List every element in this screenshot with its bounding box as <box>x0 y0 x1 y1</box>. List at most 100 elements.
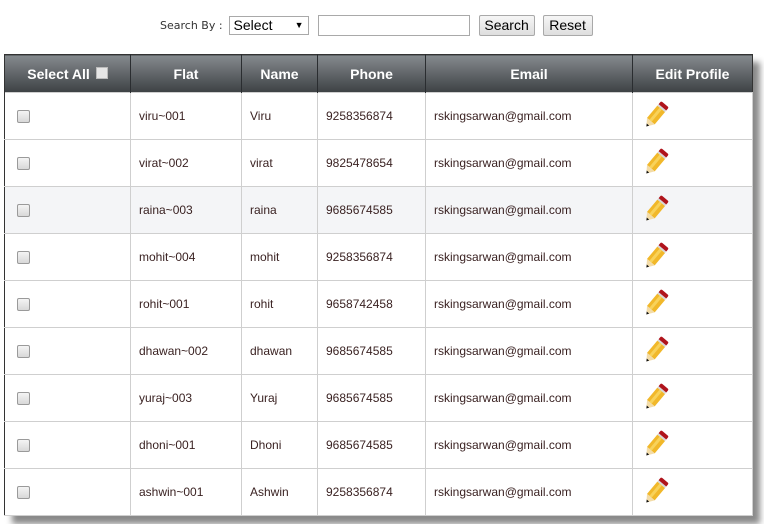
pencil-icon[interactable] <box>641 240 671 272</box>
row-select-cell <box>4 280 131 328</box>
select-all-checkbox[interactable] <box>95 67 108 80</box>
phone-cell: 9685674585 <box>317 374 426 422</box>
pencil-icon[interactable] <box>641 99 671 131</box>
name-cell: Dhoni <box>241 421 318 469</box>
row-checkbox[interactable] <box>17 486 30 500</box>
row-checkbox[interactable] <box>17 157 30 171</box>
edit-profile-cell <box>632 421 753 469</box>
pencil-icon[interactable] <box>641 428 671 460</box>
table-row: rohit~001 rohit 9658742458 rskingsarwan@… <box>4 280 753 328</box>
email-cell: rskingsarwan@gmail.com <box>425 421 633 469</box>
table-row: virat~002 virat 9825478654 rskingsarwan@… <box>4 139 753 187</box>
name-cell: mohit <box>241 233 318 281</box>
row-checkbox[interactable] <box>17 345 30 359</box>
pencil-icon[interactable] <box>641 193 671 225</box>
phone-cell: 9685674585 <box>317 327 426 375</box>
phone-cell: 9258356874 <box>317 233 426 281</box>
table-row: mohit~004 mohit 9258356874 rskingsarwan@… <box>4 233 753 281</box>
name-cell: rohit <box>241 280 318 328</box>
email-cell: rskingsarwan@gmail.com <box>425 327 633 375</box>
edit-profile-cell <box>632 186 753 234</box>
phone-cell: 9258356874 <box>317 92 426 140</box>
flat-cell: rohit~001 <box>130 280 242 328</box>
row-checkbox[interactable] <box>17 110 30 124</box>
flat-cell: raina~003 <box>130 186 242 234</box>
email-cell: rskingsarwan@gmail.com <box>425 280 633 328</box>
edit-profile-cell <box>632 92 753 140</box>
row-select-cell <box>4 233 131 281</box>
flat-cell: dhoni~001 <box>130 421 242 469</box>
edit-profile-cell <box>632 139 753 187</box>
table-row: viru~001 Viru 9258356874 rskingsarwan@gm… <box>4 92 753 140</box>
pencil-icon[interactable] <box>641 146 671 178</box>
table-header-row: Select All Flat Name Phone Email Edit Pr… <box>4 54 753 93</box>
edit-profile-cell <box>632 280 753 328</box>
edit-profile-cell <box>632 233 753 281</box>
dropdown-arrow-icon: ▼ <box>294 20 304 30</box>
search-input[interactable] <box>317 14 470 36</box>
edit-profile-cell <box>632 327 753 375</box>
search-by-select[interactable]: Select ▼ <box>228 15 309 35</box>
table-row: yuraj~003 Yuraj 9685674585 rskingsarwan@… <box>4 374 753 422</box>
flat-cell: ashwin~001 <box>130 468 242 516</box>
header-phone[interactable]: Phone <box>317 54 426 93</box>
pencil-icon[interactable] <box>641 381 671 413</box>
table-body: viru~001 Viru 9258356874 rskingsarwan@gm… <box>4 92 753 516</box>
email-cell: rskingsarwan@gmail.com <box>425 92 633 140</box>
pencil-icon[interactable] <box>641 287 671 319</box>
phone-cell: 9685674585 <box>317 421 426 469</box>
search-bar: Search By : Select ▼ Search Reset <box>160 14 593 36</box>
header-email[interactable]: Email <box>425 54 633 93</box>
table-row: dhawan~002 dhawan 9685674585 rskingsarwa… <box>4 327 753 375</box>
reset-button[interactable]: Reset <box>542 14 593 36</box>
name-cell: Ashwin <box>241 468 318 516</box>
email-cell: rskingsarwan@gmail.com <box>425 186 633 234</box>
header-select-all: Select All <box>4 54 131 93</box>
header-select-all-label: Select All <box>27 65 90 82</box>
row-checkbox[interactable] <box>17 298 30 312</box>
row-checkbox[interactable] <box>17 392 30 406</box>
name-cell: virat <box>241 139 318 187</box>
users-table-container: Select All Flat Name Phone Email Edit Pr… <box>4 54 753 516</box>
pencil-icon[interactable] <box>641 334 671 366</box>
header-name[interactable]: Name <box>241 54 318 93</box>
row-select-cell <box>4 374 131 422</box>
email-cell: rskingsarwan@gmail.com <box>425 139 633 187</box>
phone-cell: 9658742458 <box>317 280 426 328</box>
edit-profile-cell <box>632 468 753 516</box>
name-cell: dhawan <box>241 327 318 375</box>
row-select-cell <box>4 468 131 516</box>
phone-cell: 9258356874 <box>317 468 426 516</box>
flat-cell: mohit~004 <box>130 233 242 281</box>
flat-cell: yuraj~003 <box>130 374 242 422</box>
flat-cell: dhawan~002 <box>130 327 242 375</box>
table-row: raina~003 raina 9685674585 rskingsarwan@… <box>4 186 753 234</box>
header-flat[interactable]: Flat <box>130 54 242 93</box>
email-cell: rskingsarwan@gmail.com <box>425 468 633 516</box>
email-cell: rskingsarwan@gmail.com <box>425 233 633 281</box>
row-select-cell <box>4 139 131 187</box>
name-cell: Yuraj <box>241 374 318 422</box>
row-select-cell <box>4 186 131 234</box>
flat-cell: viru~001 <box>130 92 242 140</box>
row-select-cell <box>4 92 131 140</box>
pencil-icon[interactable] <box>641 475 671 507</box>
row-checkbox[interactable] <box>17 204 30 218</box>
name-cell: Viru <box>241 92 318 140</box>
row-checkbox[interactable] <box>17 439 30 453</box>
table-row: dhoni~001 Dhoni 9685674585 rskingsarwan@… <box>4 421 753 469</box>
search-by-select-value: Select <box>233 17 273 33</box>
row-select-cell <box>4 421 131 469</box>
header-edit-profile: Edit Profile <box>632 54 753 93</box>
search-by-label: Search By : <box>160 18 223 32</box>
row-select-cell <box>4 327 131 375</box>
phone-cell: 9825478654 <box>317 139 426 187</box>
email-cell: rskingsarwan@gmail.com <box>425 374 633 422</box>
phone-cell: 9685674585 <box>317 186 426 234</box>
search-button[interactable]: Search <box>478 14 535 36</box>
users-table: Select All Flat Name Phone Email Edit Pr… <box>4 54 753 516</box>
flat-cell: virat~002 <box>130 139 242 187</box>
table-row: ashwin~001 Ashwin 9258356874 rskingsarwa… <box>4 468 753 516</box>
row-checkbox[interactable] <box>17 251 30 265</box>
edit-profile-cell <box>632 374 753 422</box>
